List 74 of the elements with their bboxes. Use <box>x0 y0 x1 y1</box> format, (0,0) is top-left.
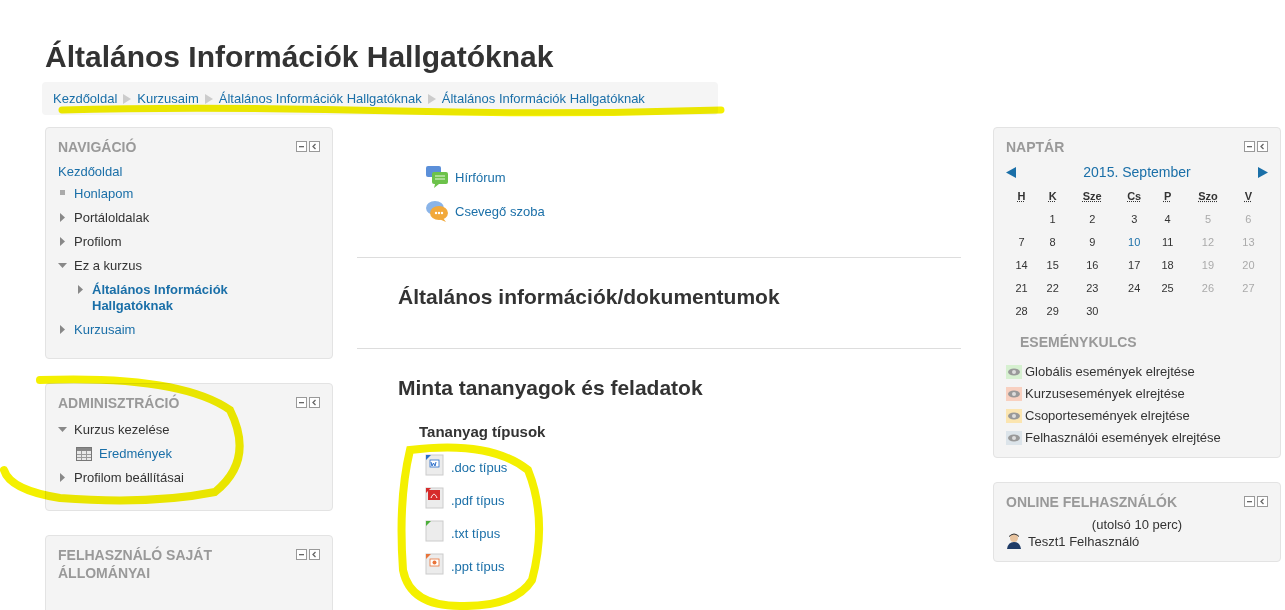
block-title: ADMINISZTRÁCIÓ <box>58 394 180 412</box>
subheading: Tananyag típusok <box>419 423 547 440</box>
event-toggle-link[interactable]: Kurzusesemények elrejtése <box>1025 386 1185 401</box>
calendar-day: 16 <box>1086 258 1099 271</box>
nav-link[interactable]: Kezdőoldal <box>58 162 123 182</box>
file-link[interactable]: .ppt típus <box>451 558 505 574</box>
weekday-header: K <box>1048 189 1057 202</box>
section-heading: Általános információk/dokumentumok <box>398 284 781 310</box>
breadcrumb-link[interactable]: Kezdőoldal <box>53 91 118 106</box>
block-title: NAPTÁR <box>1006 138 1065 156</box>
weekday-header: Szo <box>1198 189 1218 202</box>
weekday-header: Sze <box>1082 189 1102 202</box>
calendar-day: 6 <box>1245 212 1252 225</box>
file-link[interactable]: .txt típus <box>451 525 501 541</box>
event-toggle-link[interactable]: Felhasználói események elrejtése <box>1025 430 1221 445</box>
calendar-day: 18 <box>1161 258 1174 271</box>
weekday-header: Cs <box>1127 189 1142 202</box>
period-label: (utolsó 10 perc) <box>1090 517 1184 532</box>
nav-link[interactable]: Kurzusaim <box>74 322 136 338</box>
breadcrumb-link[interactable]: Általános Információk Hallgatóknak <box>218 91 422 106</box>
activity-link[interactable]: Csevegő szoba <box>455 203 545 219</box>
calendar-day: 26 <box>1201 281 1215 294</box>
block-title: NAVIGÁCIÓ <box>58 138 137 156</box>
weekday-header: P <box>1163 189 1172 202</box>
calendar-day: 14 <box>1015 258 1028 271</box>
calendar-day: 29 <box>1046 304 1059 317</box>
nav-item[interactable]: Profilom beállításai <box>74 470 184 486</box>
calendar-day: 25 <box>1161 281 1174 294</box>
nav-link[interactable]: Honlapom <box>74 186 134 202</box>
calendar-day: 30 <box>1086 304 1099 317</box>
section-title: ESEMÉNYKULCS <box>1020 334 1138 350</box>
calendar-day: 1 <box>1049 212 1056 225</box>
calendar-day: 20 <box>1242 258 1255 271</box>
event-toggle-link[interactable]: Globális események elrejtése <box>1025 364 1195 379</box>
weekday-header: H <box>1017 189 1026 202</box>
month-title: 2015. September <box>1083 164 1191 180</box>
calendar-day: 19 <box>1201 258 1215 271</box>
page-title: Általános Információk Hallgatóknak <box>44 39 555 74</box>
nav-item[interactable]: Kurzus kezelése <box>74 422 170 438</box>
calendar-day: 9 <box>1089 235 1096 248</box>
calendar-day: 4 <box>1164 212 1171 225</box>
calendar-day[interactable]: 10 <box>1128 235 1141 248</box>
calendar-day: 15 <box>1046 258 1059 271</box>
calendar-day: 21 <box>1015 281 1028 294</box>
calendar-day: 5 <box>1204 212 1212 225</box>
breadcrumb-link[interactable]: Általános Információk Hallgatóknak <box>441 91 645 106</box>
nav-item[interactable]: Profilom <box>74 234 122 250</box>
block-title: ONLINE FELHASZNÁLÓK <box>1006 493 1178 511</box>
nav-link[interactable]: Eredmények <box>99 446 172 462</box>
calendar-day: 11 <box>1161 235 1174 248</box>
activity-link[interactable]: Hírfórum <box>455 169 506 185</box>
calendar-day: 27 <box>1242 281 1255 294</box>
calendar-day: 13 <box>1242 235 1255 248</box>
calendar-day: 23 <box>1086 281 1099 294</box>
user-link[interactable]: Teszt1 Felhasználó <box>1028 533 1140 549</box>
section-heading: Minta tananyagok és feladatok <box>398 375 704 401</box>
calendar-day: 24 <box>1128 281 1141 294</box>
file-link[interactable]: .doc típus <box>451 459 508 475</box>
calendar-day: 12 <box>1201 235 1215 248</box>
calendar-day: 22 <box>1046 281 1059 294</box>
block-title: FELHASZNÁLÓ SAJÁT ÁLLOMÁNYAI <box>58 546 213 582</box>
calendar-day: 2 <box>1089 212 1096 225</box>
nav-item[interactable]: Ez a kurzus <box>74 258 142 274</box>
calendar-day: 7 <box>1018 235 1025 248</box>
breadcrumb-link[interactable]: Kurzusaim <box>137 91 199 106</box>
calendar-day: 8 <box>1049 235 1056 248</box>
nav-link[interactable]: Általános Információk Hallgatóknak <box>92 282 252 314</box>
nav-item[interactable]: Portáloldalak <box>74 210 150 226</box>
event-toggle-link[interactable]: Csoportesemények elrejtése <box>1025 408 1190 423</box>
calendar-day: 3 <box>1131 212 1138 225</box>
calendar-day: 28 <box>1015 304 1028 317</box>
file-link[interactable]: .pdf típus <box>451 492 505 508</box>
calendar-day: 17 <box>1128 258 1141 271</box>
weekday-header: V <box>1244 189 1253 202</box>
